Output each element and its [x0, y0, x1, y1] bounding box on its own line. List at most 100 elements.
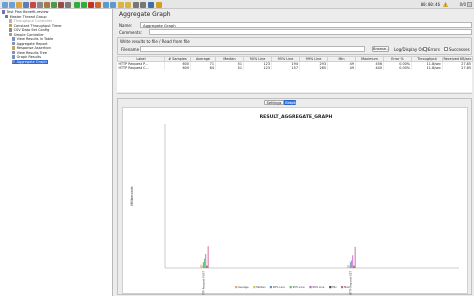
- listener-icon: [12, 55, 16, 59]
- config-icon: [9, 28, 13, 32]
- tree-item-label: Response Assertion: [16, 46, 51, 50]
- legend-swatch: [309, 286, 312, 289]
- aggregate-bar-chart: RESULT_AGGREGATE_GRAPH Milliseconds HTTP R…: [130, 114, 459, 295]
- column-header[interactable]: Received KB/sec: [442, 56, 473, 62]
- start-icon[interactable]: [74, 1, 80, 8]
- graph-tab-area: Settings Graph RESULT_AGGREGATE_GRAPH Mil…: [117, 98, 472, 295]
- function-helper-icon[interactable]: [148, 1, 154, 8]
- legend-swatch: [341, 286, 344, 289]
- tree-item-label: Simple Controller: [13, 32, 44, 37]
- tree-item-label: View Results in Table: [16, 37, 54, 41]
- legend-swatch: [253, 286, 256, 289]
- comments-label: Comments:: [119, 30, 143, 35]
- legend-label: 90% Line: [273, 285, 285, 289]
- help-icon[interactable]: [156, 1, 162, 8]
- toggle-icon[interactable]: [65, 1, 71, 8]
- open-icon[interactable]: [16, 1, 22, 8]
- warning-icon[interactable]: [443, 1, 448, 7]
- new-icon[interactable]: [2, 1, 8, 8]
- tab-graph[interactable]: Graph: [284, 100, 296, 105]
- legend-label: Max: [344, 285, 350, 289]
- clear-all-icon[interactable]: [125, 1, 131, 8]
- write-results-group: Write results to file / Read from file F…: [117, 37, 472, 55]
- controller-icon: [9, 32, 13, 36]
- search-icon[interactable]: [133, 1, 139, 8]
- splitter[interactable]: [117, 93, 472, 96]
- bar: [204, 258, 205, 268]
- stop-icon[interactable]: [88, 1, 94, 8]
- tree-item-label: Master Thread Group: [9, 14, 47, 19]
- legend-swatch: [329, 286, 332, 289]
- listener-icon: [12, 59, 16, 63]
- listener-icon: [12, 41, 16, 45]
- tree-item-label: Aggregate Report: [16, 41, 48, 46]
- bar: [351, 260, 352, 268]
- bar: [348, 265, 350, 268]
- filename-label: Filename: [121, 47, 140, 52]
- browse-button[interactable]: Browse...: [372, 45, 390, 52]
- templates-icon[interactable]: [9, 1, 15, 8]
- timer-icon: [9, 23, 13, 27]
- legend-swatch: [289, 286, 292, 289]
- errors-checkbox[interactable]: [423, 47, 427, 51]
- test-plan-tree[interactable]: Test Plan Benefit-review Master Thread Gr…: [0, 9, 113, 296]
- x-tick-label: HTTP Request GET: [349, 271, 353, 295]
- bar: [349, 262, 351, 268]
- bar: [206, 265, 208, 268]
- listener-icon: [12, 50, 16, 54]
- y-axis-label: Milliseconds: [130, 186, 134, 206]
- column-header[interactable]: # Samples: [164, 56, 191, 62]
- bar: [354, 246, 356, 268]
- start-no-pauses-icon[interactable]: [81, 1, 87, 8]
- controller-icon: [9, 19, 13, 23]
- x-tick-label: HTTP Request POST: [202, 271, 206, 295]
- paste-icon[interactable]: [44, 1, 50, 8]
- tree-item-label: Constant Throughput Timer: [13, 23, 62, 28]
- listener-icon: [12, 37, 16, 41]
- legend-swatch: [235, 286, 238, 289]
- expand-icon[interactable]: [51, 1, 57, 8]
- graph-canvas: RESULT_AGGREGATE_GRAPH Milliseconds HTTP R…: [122, 107, 468, 295]
- remote-start-icon[interactable]: [103, 1, 109, 8]
- bar: [200, 264, 202, 268]
- toolbar: 00:00:46 0/0: [0, 0, 474, 9]
- thread-group-icon: [5, 14, 9, 18]
- remote-stop-icon[interactable]: [110, 1, 116, 8]
- filename-field[interactable]: [140, 46, 365, 52]
- assertion-icon: [12, 46, 16, 50]
- legend-swatch: [269, 286, 272, 289]
- tree-item-label: View Results Tree: [16, 50, 48, 55]
- elapsed-timer: 00:00:46: [420, 2, 440, 7]
- name-field[interactable]: Aggregate Graph: [140, 21, 472, 28]
- errors-label: Errors: [428, 47, 440, 52]
- collapse-icon[interactable]: [58, 1, 64, 8]
- save-icon[interactable]: [23, 1, 29, 8]
- bar: [353, 265, 355, 268]
- legend-label: Average: [238, 285, 249, 289]
- write-results-label: Write results to file / Read from file: [120, 38, 190, 44]
- tab-settings[interactable]: Settings: [264, 100, 284, 105]
- bar: [352, 255, 354, 268]
- table-empty-area: [117, 70, 472, 93]
- shutdown-icon[interactable]: [95, 1, 101, 8]
- comments-field[interactable]: [149, 29, 472, 35]
- bar: [347, 264, 349, 268]
- tree-item-label: Test Plan Benefit-review: [6, 10, 49, 14]
- successes-label: Successes: [449, 47, 470, 52]
- successes-checkbox[interactable]: [444, 47, 448, 51]
- cut-icon[interactable]: [30, 1, 36, 8]
- copy-icon[interactable]: [37, 1, 43, 8]
- name-label: Name:: [119, 22, 133, 28]
- tree-item-label: Aggregate Graph: [16, 59, 47, 64]
- clear-icon[interactable]: [118, 1, 124, 8]
- legend-label: Median: [256, 285, 266, 289]
- tree-item-label: Throughput Controller: [13, 19, 53, 23]
- tree-item-label: Graph Results: [16, 55, 42, 59]
- reset-search-icon[interactable]: [140, 1, 146, 8]
- tree-item[interactable]: Aggregate Graph: [12, 59, 49, 64]
- run-status-indicator: [467, 1, 472, 7]
- bar: [201, 265, 203, 268]
- legend-label: 99% Line: [312, 285, 324, 289]
- chart-title: RESULT_AGGREGATE_GRAPH: [260, 114, 333, 120]
- bar: [205, 253, 207, 268]
